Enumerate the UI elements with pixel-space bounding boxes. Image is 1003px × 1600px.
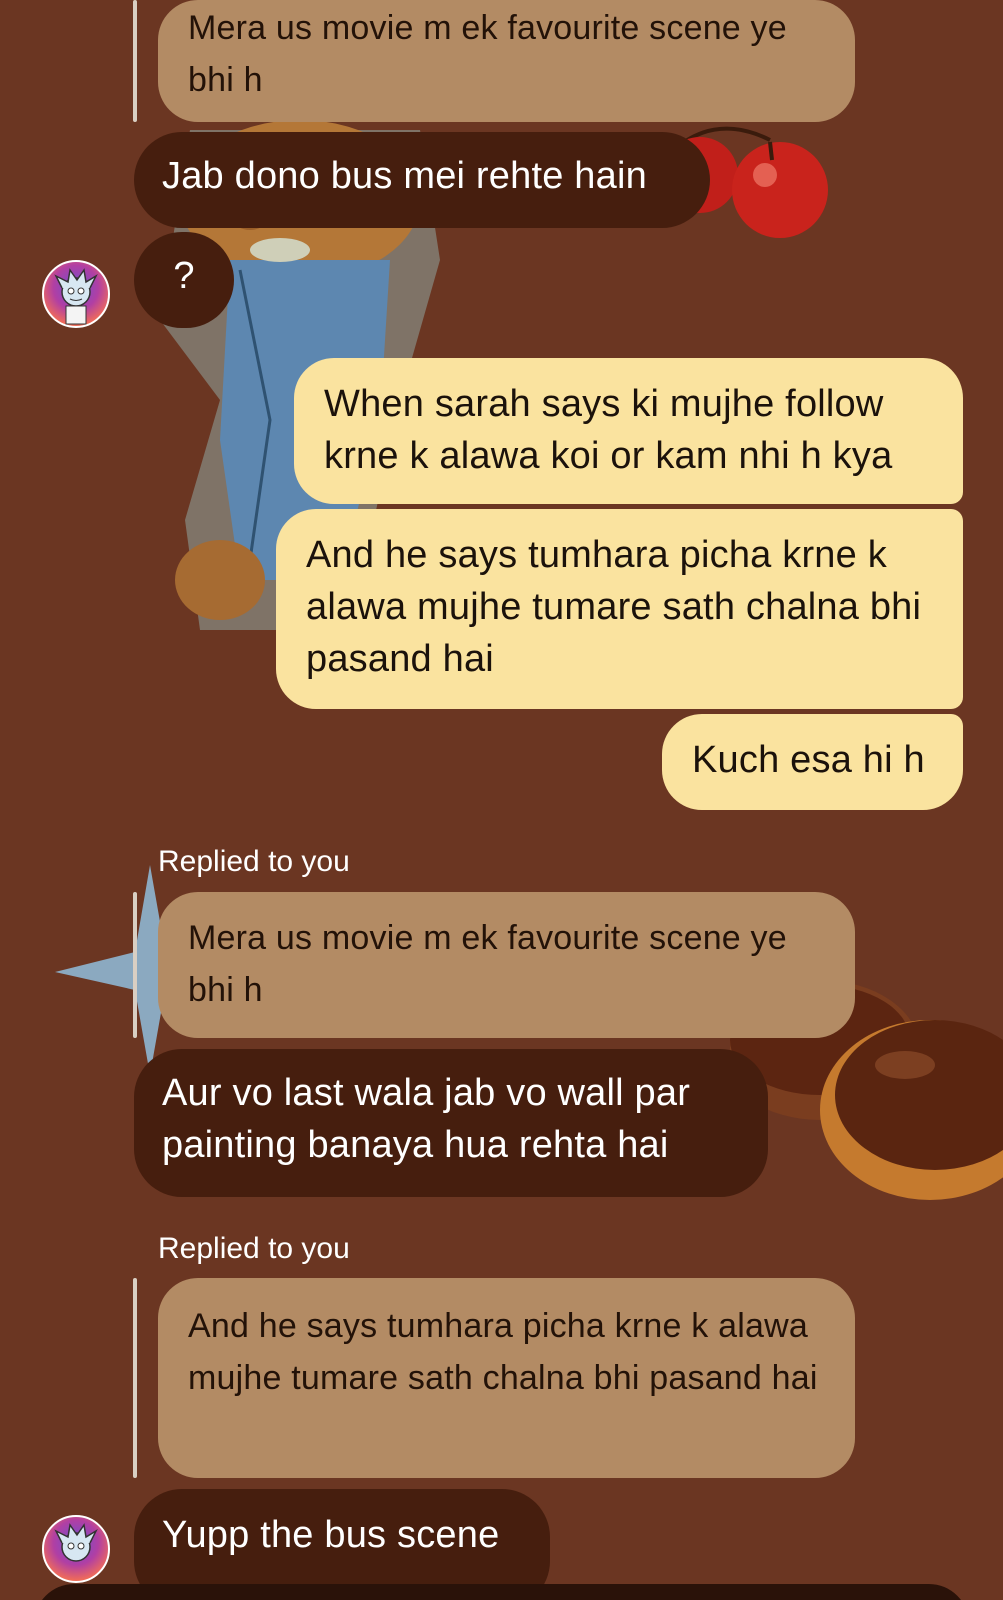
- incoming-message[interactable]: Jab dono bus mei rehte hain: [134, 132, 710, 228]
- chat-thread[interactable]: Mera us movie m ek favourite scene ye bh…: [0, 0, 1003, 1600]
- incoming-message[interactable]: Aur vo last wala jab vo wall par paintin…: [134, 1049, 768, 1197]
- outgoing-message[interactable]: When sarah says ki mujhe follow krne k a…: [294, 358, 963, 504]
- reply-quote-bar: [133, 1278, 137, 1478]
- reply-quote-bar: [133, 0, 137, 122]
- incoming-message[interactable]: ?: [134, 232, 234, 328]
- message-composer-bar[interactable]: [34, 1584, 969, 1600]
- contact-avatar[interactable]: [42, 260, 110, 328]
- outgoing-message[interactable]: Kuch esa hi h: [662, 714, 963, 810]
- replied-to-you-label: Replied to you: [158, 845, 350, 878]
- reply-quote-bar: [133, 892, 137, 1038]
- outgoing-message[interactable]: And he says tumhara picha krne k alawa m…: [276, 509, 963, 709]
- quoted-message[interactable]: Mera us movie m ek favourite scene ye bh…: [158, 0, 855, 122]
- cartoon-character-avatar-icon: [54, 268, 98, 325]
- cartoon-character-avatar-icon: [54, 1523, 98, 1562]
- quoted-message[interactable]: Mera us movie m ek favourite scene ye bh…: [158, 892, 855, 1038]
- replied-to-you-label: Replied to you: [158, 1232, 350, 1265]
- quoted-message[interactable]: And he says tumhara picha krne k alawa m…: [158, 1278, 855, 1478]
- contact-avatar[interactable]: [42, 1515, 110, 1583]
